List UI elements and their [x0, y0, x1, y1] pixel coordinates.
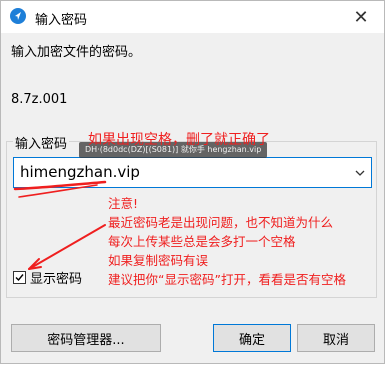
ok-button[interactable]: 确定 — [213, 324, 291, 352]
password-input[interactable]: himengzhan.vip — [20, 163, 140, 181]
chevron-down-icon[interactable] — [353, 165, 367, 184]
window-title: 输入密码 — [35, 13, 88, 28]
show-password-row[interactable]: 显示密码 — [13, 268, 82, 287]
prompt-text: 输入加密文件的密码。 — [11, 45, 142, 60]
file-name: 8.7z.001 — [11, 92, 68, 107]
annotation-line: 最近密码老是出现问题，也不知道为什么 — [108, 215, 334, 230]
checkmark-icon — [15, 274, 24, 282]
close-icon: ✕ — [353, 6, 369, 28]
annotation-line: 每次上传某些总是会多打一个空格 — [108, 234, 296, 249]
password-manager-button[interactable]: 密码管理器... — [11, 324, 161, 352]
show-password-checkbox[interactable] — [13, 271, 26, 284]
password-dialog: 输入密码 ✕ 输入加密文件的密码。 8.7z.001 输入密码 himengzh… — [0, 0, 385, 364]
cancel-button[interactable]: 取消 — [297, 324, 375, 352]
close-button[interactable]: ✕ — [338, 1, 384, 33]
annotation-top-note: 如果出现空格，删了就正确了 — [88, 132, 270, 148]
annotation-line: 建议把你“显示密码”打开，看看是否有空格 — [108, 272, 346, 287]
annotation-line: 如果复制密码有误 — [108, 253, 209, 268]
annotation-line: 注意! — [108, 196, 139, 211]
password-label: 输入密码 — [13, 133, 70, 152]
title-bar: 输入密码 ✕ — [1, 1, 384, 33]
show-password-label[interactable]: 显示密码 — [30, 268, 82, 287]
annotation-block: 注意! 最近密码老是出现问题，也不知道为什么 每次上传某些总是会多打一个空格 如… — [108, 194, 346, 289]
password-combobox[interactable]: himengzhan.vip — [13, 157, 372, 188]
app-logo-icon — [10, 8, 26, 24]
